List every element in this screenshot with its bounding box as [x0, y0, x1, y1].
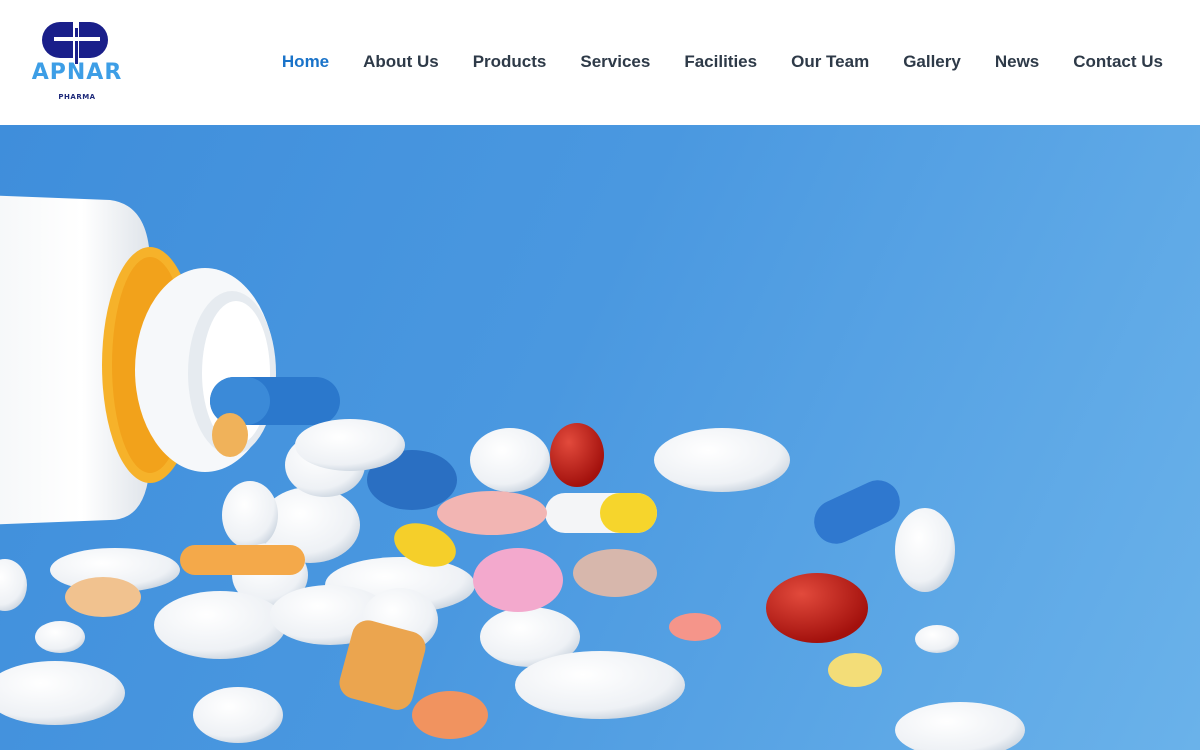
nav-facilities[interactable]: Facilities: [667, 48, 774, 76]
nav-home[interactable]: Home: [265, 48, 346, 76]
main-nav: Home About Us Products Services Faciliti…: [265, 48, 1180, 76]
nav-services[interactable]: Services: [563, 48, 667, 76]
nav-about-us[interactable]: About Us: [346, 48, 456, 76]
logo-mark-icon: [42, 22, 108, 64]
site-header: APNAR PHARMA Home About Us Products Serv…: [0, 0, 1200, 125]
nav-gallery[interactable]: Gallery: [886, 48, 978, 76]
nav-our-team[interactable]: Our Team: [774, 48, 886, 76]
nav-products[interactable]: Products: [456, 48, 564, 76]
logo-wordmark: APNAR: [31, 60, 123, 85]
nav-contact-us[interactable]: Contact Us: [1056, 48, 1180, 76]
bottle: [0, 195, 276, 525]
hero-banner: [0, 125, 1200, 750]
hero-pills-image: [0, 195, 1025, 750]
brand-logo[interactable]: APNAR PHARMA: [24, 18, 130, 108]
nav-news[interactable]: News: [978, 48, 1056, 76]
logo-subtitle: PHARMA: [58, 93, 96, 101]
